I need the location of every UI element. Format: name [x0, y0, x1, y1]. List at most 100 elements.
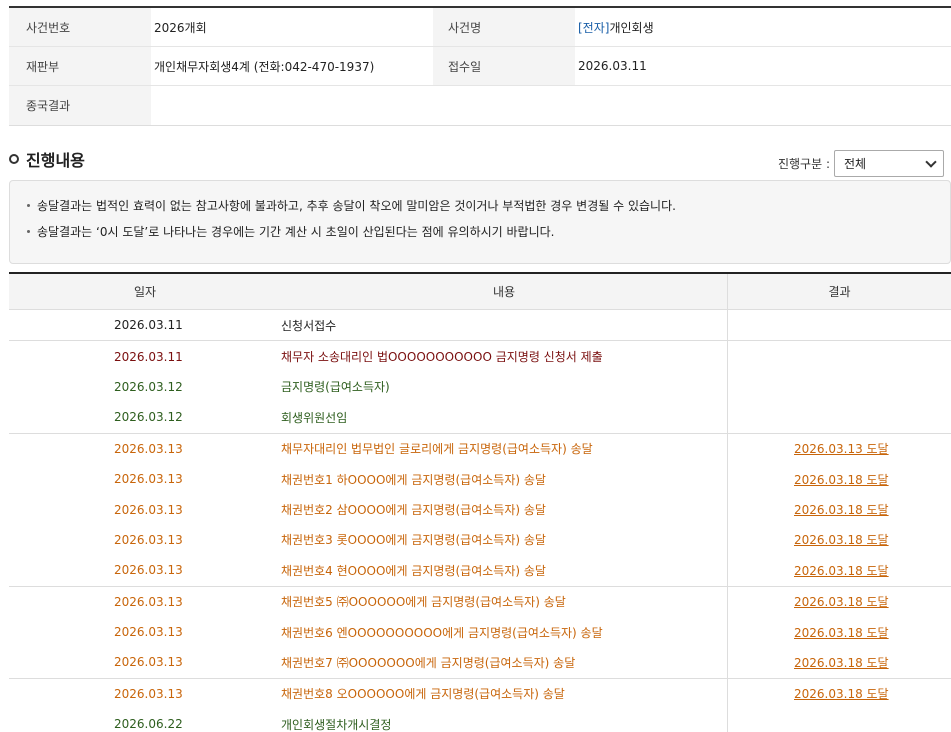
notice-item: 송달결과는 ‘0시 도달’로 나타나는 경우에는 기간 계산 시 초일이 산입된… — [25, 223, 950, 240]
electronic-tag: [전자] — [578, 20, 610, 35]
table-row: 2026.06.22 개인회생절차개시결정 — [9, 709, 951, 732]
delivery-result-link[interactable]: 2026.03.18 도달 — [794, 531, 889, 548]
notice-box: 송달결과는 법적인 효력이 없는 참고사항에 불과하고, 추후 송달이 착오에 … — [9, 180, 951, 264]
row-result: 2026.03.18 도달 — [727, 555, 951, 586]
row-result: 2026.03.18 도달 — [727, 494, 951, 525]
table-row: 2026.03.12 회생위원선임 — [9, 402, 951, 433]
row-result: 2026.03.18 도달 — [727, 616, 951, 648]
notice-item: 송달결과는 법적인 효력이 없는 참고사항에 불과하고, 추후 송달이 착오에 … — [25, 197, 950, 214]
delivery-result-link[interactable]: 2026.03.18 도달 — [794, 624, 889, 641]
row-date: 2026.03.13 — [114, 625, 183, 640]
row-group: 2026.03.13 채무자대리인 법무법인 글로리에게 금지명령(급여소득자) … — [9, 433, 951, 587]
delivery-result-link[interactable]: 2026.03.18 도달 — [794, 685, 889, 702]
row-result: 2026.03.18 도달 — [727, 586, 951, 617]
circle-bullet-icon — [9, 154, 19, 164]
case-info-table: 사건번호 2026개회 사건명 [전자] 개인회생 재판부 개인채무자회생4계 (… — [9, 6, 951, 126]
row-group: 2026.03.13 채권번호8 오OOOOOO에게 금지명령(급여소득자) 송달… — [9, 678, 951, 732]
row-content: 채권번호7 ㈜OOOOOOO에게 금지명령(급여소득자) 송달 — [281, 655, 576, 670]
header-date: 일자 — [133, 285, 157, 299]
progress-table-body: 2026.03.11 신청서접수 2026.03.11 채무자 소송대리인 법OOOO… — [9, 310, 951, 732]
chevron-down-icon — [925, 155, 937, 168]
case-name-label: 사건명 — [433, 8, 575, 46]
row-content: 채무자대리인 법무법인 글로리에게 금지명령(급여소득자) 송달 — [281, 442, 593, 457]
filter-label: 진행구분 : — [777, 157, 830, 171]
row-content: 신청서접수 — [281, 318, 337, 333]
row-date: 2026.03.13 — [114, 441, 183, 456]
table-row: 2026.03.11 신청서접수 — [9, 310, 951, 341]
row-result: 2026.03.18 도달 — [727, 678, 951, 710]
table-row: 2026.03.11 채무자 소송대리인 법OOOOOOOOOOO 금지명령 신청… — [9, 341, 951, 372]
row-content: 개인회생절차개시결정 — [281, 717, 392, 732]
table-row: 2026.03.13 채권번호6 엔OOOOOOOOOO에게 금지명령(급여소득자… — [9, 616, 951, 648]
row-content: 채권번호3 롯OOOO에게 금지명령(급여소득자) 송달 — [281, 533, 546, 548]
delivery-result-link[interactable]: 2026.03.18 도달 — [794, 654, 889, 671]
delivery-result-link[interactable]: 2026.03.18 도달 — [794, 562, 889, 579]
row-date: 2026.03.13 — [114, 472, 183, 487]
row-result — [727, 402, 951, 433]
row-date: 2026.03.12 — [114, 379, 183, 394]
row-result — [727, 341, 951, 372]
row-date: 2026.06.22 — [114, 717, 183, 732]
row-date: 2026.03.13 — [114, 563, 183, 578]
received-value: 2026.03.11 — [578, 59, 647, 73]
row-content: 채권번호8 오OOOOOO에게 금지명령(급여소득자) 송달 — [281, 687, 565, 702]
row-group: 2026.03.11 채무자 소송대리인 법OOOOOOOOOOO 금지명령 신청… — [9, 341, 951, 434]
row-date: 2026.03.12 — [114, 410, 183, 425]
row-date: 2026.03.13 — [114, 532, 183, 547]
case-name-text: 개인회생 — [609, 20, 654, 35]
row-content: 채권번호6 엔OOOOOOOOOO에게 금지명령(급여소득자) 송달 — [281, 625, 603, 640]
row-group: 2026.03.13 채권번호5 ㈜OOOOOO에게 금지명령(급여소득자) 송달… — [9, 586, 951, 679]
row-result — [727, 310, 951, 341]
final-result-value — [151, 86, 951, 125]
row-content: 금지명령(급여소득자) — [281, 380, 390, 395]
progress-filter: 진행구분 : 전체 — [778, 150, 944, 177]
delivery-result-link[interactable]: 2026.03.18 도달 — [794, 501, 889, 518]
table-row: 2026.03.13 채권번호1 하OOOO에게 금지명령(급여소득자) 송달 20… — [9, 463, 951, 495]
delivery-result-link[interactable]: 2026.03.18 도달 — [794, 471, 889, 488]
row-result: 2026.03.13 도달 — [727, 433, 951, 464]
section-title: 진행내용 — [9, 147, 85, 171]
row-date: 2026.03.13 — [114, 686, 183, 701]
table-row: 2026.03.13 채권번호3 롯OOOO에게 금지명령(급여소득자) 송달 20… — [9, 524, 951, 556]
delivery-result-link[interactable]: 2026.03.13 도달 — [794, 440, 889, 457]
table-row: 2026.03.13 채권번호7 ㈜OOOOOOO에게 금지명령(급여소득자) 송… — [9, 647, 951, 678]
row-content: 채권번호5 ㈜OOOOOO에게 금지명령(급여소득자) 송달 — [281, 595, 566, 610]
delivery-result-link[interactable]: 2026.03.18 도달 — [794, 593, 889, 610]
row-content: 채권번호2 삼OOOO에게 금지명령(급여소득자) 송달 — [281, 503, 546, 518]
info-row: 종국결과 — [9, 86, 951, 125]
row-content: 채무자 소송대리인 법OOOOOOOOOOO 금지명령 신청서 제출 — [281, 350, 603, 365]
table-row: 2026.03.13 채권번호4 현OOOO에게 금지명령(급여소득자) 송달 20… — [9, 555, 951, 586]
received-label: 접수일 — [433, 47, 575, 85]
row-result: 2026.03.18 도달 — [727, 524, 951, 556]
filter-select[interactable]: 전체 — [834, 150, 944, 177]
table-row: 2026.03.13 채권번호5 ㈜OOOOOO에게 금지명령(급여소득자) 송달… — [9, 586, 951, 617]
row-content: 채권번호1 하OOOO에게 금지명령(급여소득자) 송달 — [281, 472, 546, 487]
header-content: 내용 — [492, 285, 516, 299]
filter-select-value: 전체 — [844, 157, 867, 171]
row-date: 2026.03.11 — [114, 318, 183, 333]
row-result: 2026.03.18 도달 — [727, 463, 951, 495]
table-row: 2026.03.13 채권번호2 삼OOOO에게 금지명령(급여소득자) 송달 20… — [9, 494, 951, 525]
row-date: 2026.03.13 — [114, 594, 183, 609]
case-no-value: 2026개회 — [154, 20, 207, 35]
progress-table-header: 일자 내용 결과 — [9, 274, 951, 310]
header-result: 결과 — [727, 274, 951, 309]
info-row: 사건번호 2026개회 사건명 [전자] 개인회생 — [9, 8, 951, 47]
row-content: 채권번호4 현OOOO에게 금지명령(급여소득자) 송달 — [281, 563, 546, 578]
row-date: 2026.03.13 — [114, 655, 183, 670]
row-result — [727, 709, 951, 732]
table-row: 2026.03.13 채권번호8 오OOOOOO에게 금지명령(급여소득자) 송달… — [9, 678, 951, 710]
case-no-label: 사건번호 — [9, 8, 151, 46]
progress-table: 일자 내용 결과 2026.03.11 신청서접수 2026.03.11 채무자 소송… — [9, 272, 951, 732]
court-value: 개인채무자회생4계 (전화:042-470-1937) — [154, 59, 375, 74]
table-row: 2026.03.12 금지명령(급여소득자) — [9, 371, 951, 403]
row-result — [727, 371, 951, 403]
row-result: 2026.03.18 도달 — [727, 647, 951, 678]
row-date: 2026.03.13 — [114, 502, 183, 517]
court-label: 재판부 — [9, 47, 151, 85]
row-content: 회생위원선임 — [281, 410, 348, 425]
table-row: 2026.03.13 채무자대리인 법무법인 글로리에게 금지명령(급여소득자) … — [9, 433, 951, 464]
case-name-value: [전자] 개인회생 — [575, 8, 951, 46]
info-row: 재판부 개인채무자회생4계 (전화:042-470-1937) 접수일 2026… — [9, 47, 951, 86]
row-date: 2026.03.11 — [114, 349, 183, 364]
